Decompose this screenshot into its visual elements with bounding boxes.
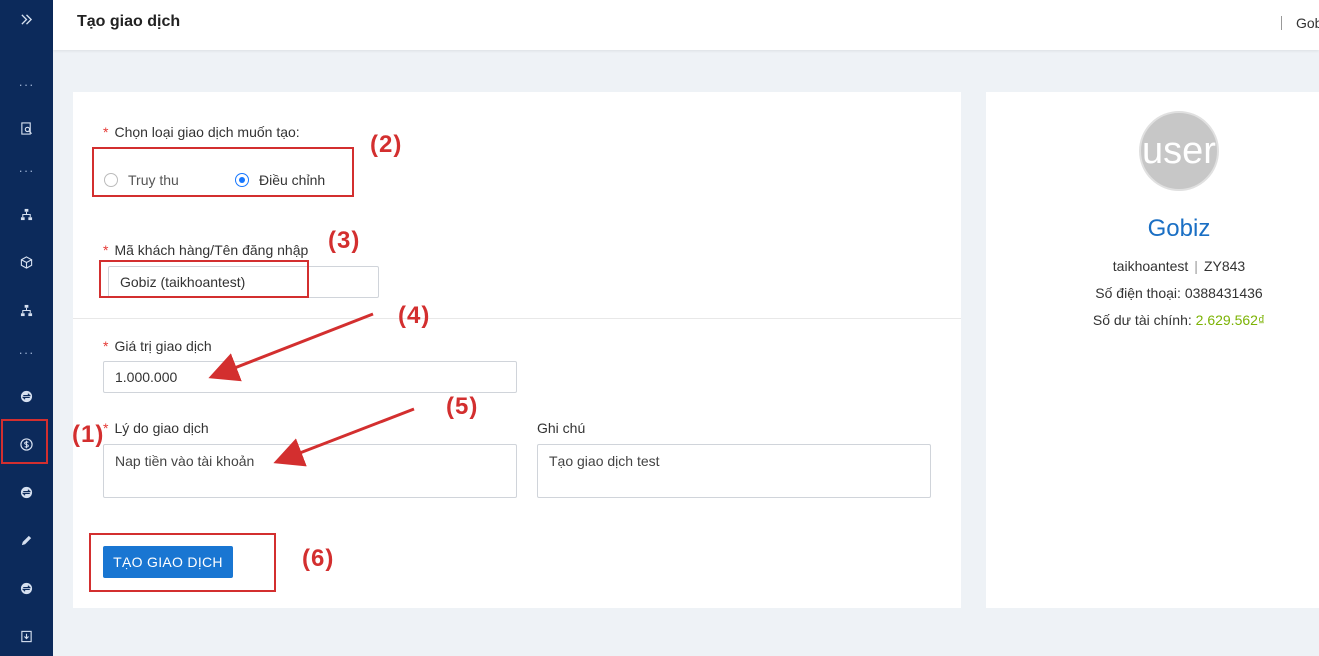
customer-profile: user Gobiz taikhoantest | ZY843 Số điện th… xyxy=(986,92,1319,608)
header-divider xyxy=(1281,16,1282,30)
double-chevron-right-icon[interactable] xyxy=(0,5,53,33)
top-bar: Tạo giao dịch Gob xyxy=(53,0,1319,50)
annotation-label-2: (2) xyxy=(370,131,403,158)
annotation-label-6: (6) xyxy=(302,545,335,572)
cube-icon[interactable] xyxy=(0,248,53,276)
annotation-label-5: (5) xyxy=(446,393,479,420)
avatar: user xyxy=(1139,111,1219,191)
exchange-icon[interactable] xyxy=(0,574,53,602)
note-label: Ghi chú xyxy=(537,420,586,436)
annotation-box-3 xyxy=(99,260,309,298)
phone-line: Số điện thoại: 0388431436 xyxy=(1095,285,1263,301)
more-dots-icon: ··· xyxy=(18,162,35,178)
transaction-type-label: * Chọn loại giao dịch muốn tạo: xyxy=(103,124,300,140)
amount-label: * Giá trị giao dịch xyxy=(103,338,212,354)
annotation-box-6 xyxy=(89,533,276,592)
balance-value: 2.629.562₫ xyxy=(1195,312,1266,328)
customer-label: * Mã khách hàng/Tên đăng nhập xyxy=(103,242,309,258)
sitemap-icon[interactable] xyxy=(0,200,53,228)
reason-field[interactable]: Nap tiền vào tài khoản xyxy=(103,444,517,498)
note-field[interactable]: Tạo giao dịch test xyxy=(537,444,931,498)
account-line: taikhoantest | ZY843 xyxy=(1112,258,1246,274)
exchange-icon[interactable] xyxy=(0,382,53,410)
page-title: Tạo giao dịch xyxy=(77,13,181,30)
annotation-box-2 xyxy=(92,147,354,197)
annotation-label-1: (1) xyxy=(72,421,105,448)
amount-field[interactable]: 1.000.000 xyxy=(103,361,517,393)
receipt-search-icon[interactable] xyxy=(0,114,53,142)
download-box-icon[interactable] xyxy=(0,622,53,650)
sitemap-icon[interactable] xyxy=(0,296,53,324)
user-menu[interactable]: Gob xyxy=(1296,15,1319,31)
annotation-label-4: (4) xyxy=(398,302,431,329)
customer-name[interactable]: Gobiz xyxy=(986,215,1319,243)
reason-label: * Lý do giao dịch xyxy=(103,420,209,436)
more-dots-icon: ··· xyxy=(18,76,35,92)
more-dots-icon: ··· xyxy=(18,344,35,360)
balance-line: Số dư tài chính: 2.629.562₫ xyxy=(1092,312,1266,328)
exchange-icon[interactable] xyxy=(0,478,53,506)
sidebar: ··· ··· ··· xyxy=(0,0,53,656)
section-divider xyxy=(73,318,961,319)
annotation-label-3: (3) xyxy=(328,227,361,254)
annotation-box-1 xyxy=(1,419,48,464)
pencil-icon[interactable] xyxy=(0,526,53,554)
